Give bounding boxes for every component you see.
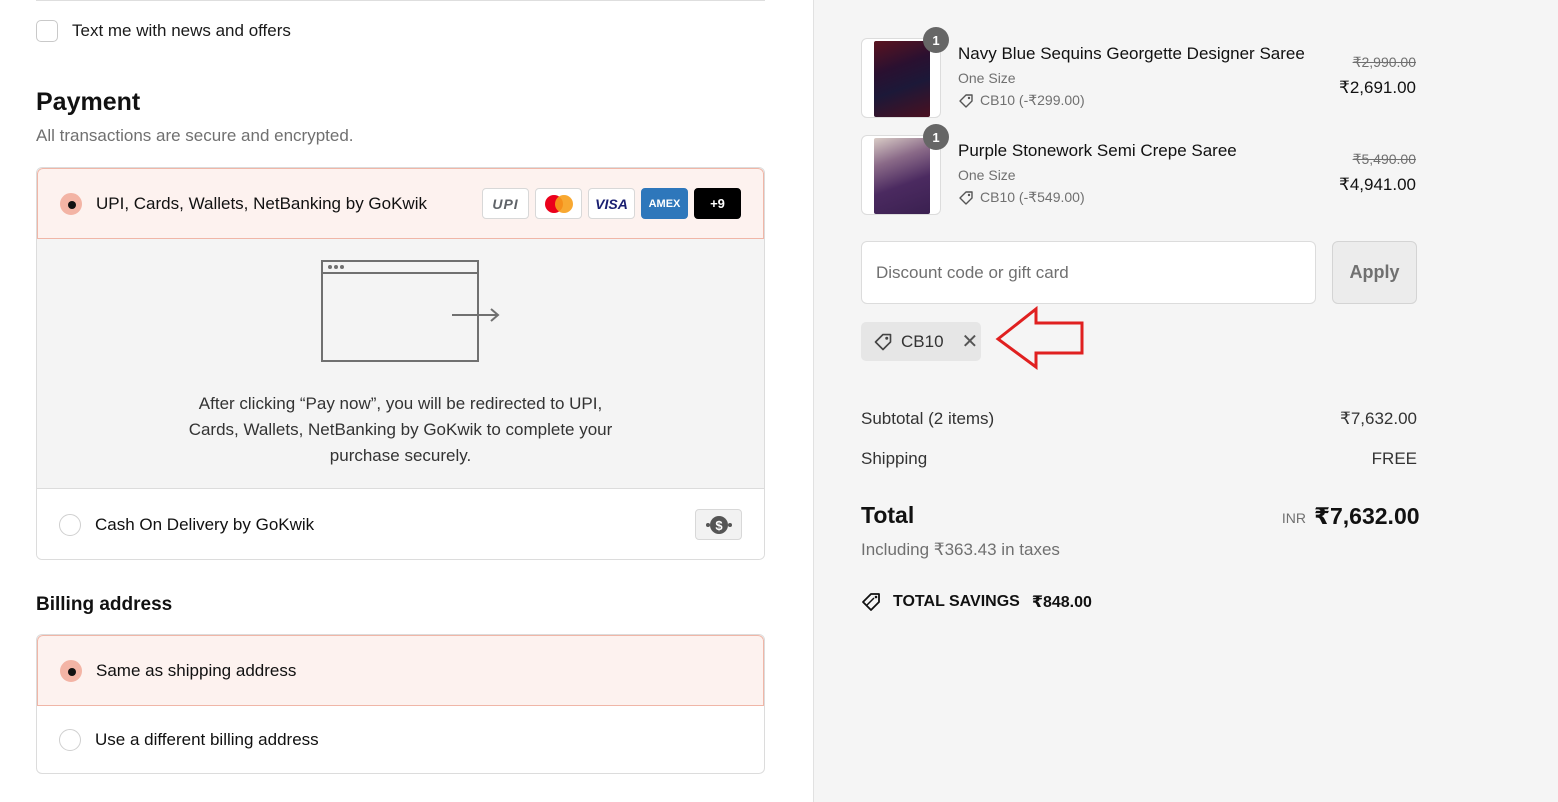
applied-discount-chip: CB10 ✕: [861, 322, 981, 361]
final-price: ₹4,941.00: [1339, 175, 1416, 194]
more-methods-badge: +9: [694, 188, 741, 219]
payment-subtitle: All transactions are secure and encrypte…: [36, 126, 354, 145]
original-price: ₹2,990.00: [1352, 54, 1416, 70]
news-opt-in-checkbox[interactable]: [36, 20, 58, 42]
news-opt-in-label: Text me with news and offers: [72, 21, 291, 40]
browser-redirect-icon: [321, 260, 500, 362]
order-summary: 1 Navy Blue Sequins Georgette Designer S…: [813, 0, 1558, 802]
billing-option-different[interactable]: Use a different billing address: [37, 706, 764, 773]
tax-line: Including ₹363.43 in taxes: [861, 540, 1060, 559]
original-price: ₹5,490.00: [1352, 151, 1416, 167]
product-thumbnail: 1: [861, 124, 949, 215]
upi-logo-icon: UPI: [482, 188, 529, 219]
item-discount-label: CB10 (-₹549.00): [980, 189, 1085, 205]
product-variant: One Size: [958, 70, 1016, 86]
product-thumbnail: 1: [861, 27, 949, 118]
billing-option-different-label: Use a different billing address: [95, 730, 319, 749]
item-discount-label: CB10 (-₹299.00): [980, 92, 1085, 108]
product-variant: One Size: [958, 167, 1016, 183]
order-item: 1 Purple Stonework Semi Crepe Saree One …: [861, 124, 1416, 215]
checkout-form: Text me with news and offers Payment All…: [0, 0, 813, 802]
tag-icon: [959, 93, 973, 108]
total-savings: TOTAL SAVINGS ₹848.00: [861, 592, 1092, 612]
redirect-info-panel: After clicking “Pay now”, you will be re…: [37, 239, 764, 489]
total-currency: INR: [1281, 510, 1306, 526]
shipping-row: Shipping FREE: [861, 449, 1417, 469]
payment-option-gokwik-label: UPI, Cards, Wallets, NetBanking by GoKwi…: [96, 193, 427, 213]
payment-option-cod-label: Cash On Delivery by GoKwik: [95, 514, 315, 534]
billing-option-same[interactable]: Same as shipping address: [37, 635, 764, 706]
total-value: ₹7,632.00: [1314, 503, 1420, 529]
remove-discount-icon[interactable]: ✕: [962, 332, 979, 352]
card-logos: UPI VISA AMEX +9: [482, 188, 741, 219]
product-name: Navy Blue Sequins Georgette Designer Sar…: [958, 44, 1305, 63]
order-item: 1 Navy Blue Sequins Georgette Designer S…: [861, 27, 1416, 118]
amex-logo-icon: AMEX: [641, 188, 688, 219]
payment-methods: UPI, Cards, Wallets, NetBanking by GoKwi…: [36, 167, 765, 560]
discount-code-input[interactable]: [861, 241, 1316, 304]
final-price: ₹2,691.00: [1339, 78, 1416, 97]
apply-discount-button[interactable]: Apply: [1332, 241, 1417, 304]
payment-title: Payment: [36, 88, 141, 116]
savings-tag-icon: [862, 593, 880, 611]
annotation-arrow-icon: [995, 305, 1084, 370]
shipping-label: Shipping: [861, 449, 928, 468]
payment-option-gokwik[interactable]: UPI, Cards, Wallets, NetBanking by GoKwi…: [37, 168, 764, 239]
svg-text:$: $: [715, 518, 723, 533]
mastercard-logo-icon: [535, 188, 582, 219]
payment-option-cod[interactable]: Cash On Delivery by GoKwik $: [37, 489, 764, 559]
shipping-value: FREE: [1371, 449, 1417, 468]
tag-icon: [959, 190, 973, 205]
tag-icon: [874, 333, 892, 350]
payment-option-gokwik-radio[interactable]: [60, 192, 82, 215]
subtotal-row: Subtotal (2 items) ₹7,632.00: [861, 409, 1417, 429]
billing-options: Same as shipping address Use a different…: [36, 634, 765, 774]
total-label: Total: [861, 502, 915, 528]
savings-label: TOTAL SAVINGS: [893, 593, 1020, 610]
payment-option-cod-radio[interactable]: [59, 513, 81, 536]
cash-icon: $: [695, 509, 742, 540]
quantity-badge: 1: [923, 27, 949, 53]
product-name: Purple Stonework Semi Crepe Saree: [958, 141, 1237, 160]
subtotal-value: ₹7,632.00: [1340, 409, 1417, 428]
savings-value: ₹848.00: [1031, 594, 1092, 611]
billing-option-same-label: Same as shipping address: [96, 660, 297, 680]
visa-logo-icon: VISA: [588, 188, 635, 219]
subtotal-label: Subtotal (2 items): [861, 409, 995, 428]
applied-discount-code: CB10: [901, 331, 944, 351]
billing-option-different-radio[interactable]: [59, 729, 81, 751]
quantity-badge: 1: [923, 124, 949, 150]
billing-option-same-radio[interactable]: [60, 659, 82, 682]
item-discount: CB10 (-₹299.00): [958, 92, 1085, 109]
billing-title: Billing address: [36, 594, 173, 615]
divider: [36, 0, 765, 1]
redirect-text: After clicking “Pay now”, you will be re…: [188, 394, 613, 465]
item-discount: CB10 (-₹549.00): [958, 189, 1085, 206]
news-opt-in-row[interactable]: Text me with news and offers: [36, 20, 291, 42]
